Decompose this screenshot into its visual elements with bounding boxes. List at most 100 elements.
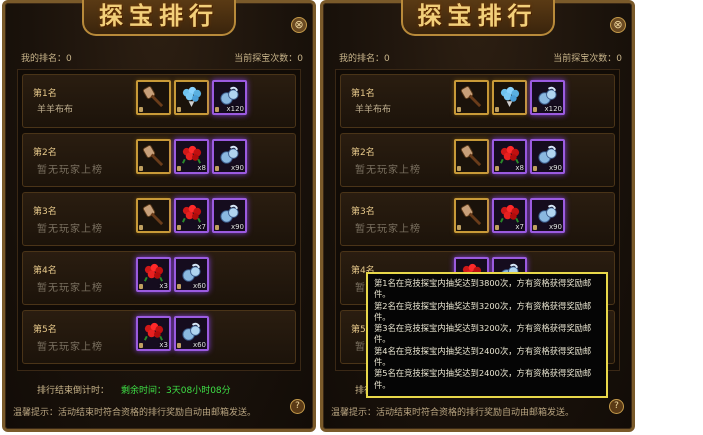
lock-icon — [177, 284, 181, 289]
rank-row: 第5名暂无玩家上榜 x3 x60 — [22, 310, 296, 364]
rank-row: 第2名 暂无玩家上榜 x8 x90 — [22, 133, 296, 187]
shovel-icon — [142, 144, 165, 168]
panel-title: 探宝排行 — [99, 1, 219, 30]
countdown: 排行结束倒计时： 剩余时间：3天08小时08分 — [37, 383, 231, 396]
lock-icon — [457, 107, 461, 112]
reward-slot[interactable]: x3 — [136, 316, 171, 351]
rank-row: 第1名羊羊布布 x120 — [22, 74, 296, 128]
reward-slot[interactable] — [174, 80, 209, 115]
item-quantity: x120 — [544, 105, 562, 113]
lock-icon — [457, 166, 461, 171]
reward-slot[interactable]: x90 — [212, 139, 247, 174]
rank-label: 第1名 — [33, 89, 57, 99]
shovel-icon — [142, 203, 165, 227]
reward-slot[interactable]: x8 — [174, 139, 209, 174]
reward-slot[interactable]: x90 — [530, 198, 565, 233]
reward-requirements-tooltip: 第1名在竞技探宝内抽奖达到3800次，方有资格获得奖励邮件。 第2名在竞技探宝内… — [366, 272, 608, 398]
lock-icon — [533, 107, 537, 112]
item-quantity: x60 — [192, 282, 206, 290]
rank-row: 第3名暂无玩家上榜 x7 x90 — [340, 192, 615, 246]
player-name: 暂无玩家上榜 — [355, 224, 421, 235]
rank-row: 第3名暂无玩家上榜 x7 x90 — [22, 192, 296, 246]
reward-items: x7 x90 — [454, 198, 565, 233]
lock-icon — [139, 107, 143, 112]
reward-slot[interactable]: x7 — [174, 198, 209, 233]
reward-slot[interactable] — [136, 139, 171, 174]
lock-icon — [215, 225, 219, 230]
reward-items: x120 — [136, 80, 247, 115]
panel-title: 探宝排行 — [417, 1, 538, 30]
reward-items: x8 x90 — [136, 139, 247, 174]
tooltip-line: 第3名在竞技探宝内抽奖达到3200次，方有资格获得奖励邮件。 — [374, 323, 592, 345]
reward-items: x3 x60 — [136, 257, 209, 292]
reward-slot[interactable]: x120 — [212, 80, 247, 115]
rank-list: 第1名 羊羊布布 x120 第2名 暂无玩家上榜 x8 x90 第3名 暂无玩家上榜 x7 x90 第… — [17, 69, 301, 371]
reward-slot[interactable]: x90 — [530, 139, 565, 174]
lock-icon — [177, 107, 181, 112]
close-icon[interactable]: ⊗ — [291, 17, 307, 33]
tooltip-line: 第2名在竞技探宝内抽奖达到3200次，方有资格获得奖励邮件。 — [374, 300, 592, 322]
reward-slot[interactable]: x90 — [212, 198, 247, 233]
shovel-icon — [460, 203, 483, 227]
help-icon[interactable]: ? — [609, 399, 624, 414]
lock-icon — [139, 166, 143, 171]
my-rank-label: 我的排名：0 — [21, 54, 72, 64]
item-quantity: x90 — [548, 164, 562, 172]
countdown-label: 排行结束倒计时： — [37, 386, 110, 396]
player-name: 羊羊布布 — [37, 105, 74, 115]
lock-icon — [533, 166, 537, 171]
rank-panel-left: 探宝排行 ⊗ 我的排名：0 当前探宝次数：0 第1名 羊羊布布 x120 第2名 暂无玩… — [2, 0, 316, 432]
rank-label: 第1名 — [351, 89, 375, 99]
reward-slot[interactable]: x60 — [174, 257, 209, 292]
rank-row: 第2名暂无玩家上榜 x8 x90 — [340, 133, 615, 187]
lock-icon — [495, 166, 499, 171]
rank-label: 第3名 — [33, 207, 57, 217]
player-name: 暂无玩家上榜 — [37, 224, 103, 235]
lock-icon — [457, 225, 461, 230]
reward-items: x7 x90 — [136, 198, 247, 233]
tooltip-line: 第5名在竞技探宝内抽奖达到2400次，方有资格获得奖励邮件。 — [374, 368, 592, 390]
reward-slot[interactable]: x8 — [492, 139, 527, 174]
lock-icon — [215, 166, 219, 171]
help-icon[interactable]: ? — [290, 399, 305, 414]
reward-slot[interactable]: x120 — [530, 80, 565, 115]
reward-slot[interactable]: x7 — [492, 198, 527, 233]
shovel-icon — [460, 85, 483, 109]
reward-slot[interactable]: x60 — [174, 316, 209, 351]
item-quantity: x3 — [159, 282, 168, 290]
lock-icon — [177, 166, 181, 171]
lock-icon — [495, 225, 499, 230]
reward-slot[interactable] — [454, 80, 489, 115]
rank-row: 第1名羊羊布布 x120 — [340, 74, 615, 128]
lock-icon — [533, 225, 537, 230]
close-icon[interactable]: ⊗ — [610, 17, 626, 33]
lock-icon — [215, 107, 219, 112]
lock-icon — [177, 343, 181, 348]
rank-label: 第5名 — [33, 325, 57, 335]
lock-icon — [177, 225, 181, 230]
item-quantity: x7 — [515, 223, 524, 231]
tip-text: 温馨提示：活动结束时符合资格的排行奖励自动由邮箱发送。 — [331, 408, 575, 418]
player-name: 暂无玩家上榜 — [355, 165, 421, 176]
rank-label: 第2名 — [351, 148, 375, 158]
rank-row: 第4名暂无玩家上榜 x3 x60 — [22, 251, 296, 305]
player-name: 羊羊布布 — [355, 105, 392, 115]
tip-text: 温馨提示：活动结束时符合资格的排行奖励自动由邮箱发送。 — [13, 408, 257, 418]
item-quantity: x8 — [197, 164, 206, 172]
blue-rose-bouquet-icon — [180, 85, 203, 109]
player-name: 暂无玩家上榜 — [37, 283, 103, 294]
lock-icon — [139, 225, 143, 230]
rank-label: 第3名 — [351, 207, 375, 217]
item-quantity: x90 — [548, 223, 562, 231]
blue-rose-bouquet-icon — [498, 85, 521, 109]
item-quantity: x120 — [226, 105, 244, 113]
reward-slot[interactable]: x3 — [136, 257, 171, 292]
reward-slot[interactable] — [136, 80, 171, 115]
item-quantity: x8 — [515, 164, 524, 172]
reward-slot[interactable] — [454, 139, 489, 174]
reward-slot[interactable] — [492, 80, 527, 115]
reward-slot[interactable] — [136, 198, 171, 233]
reward-items: x8 x90 — [454, 139, 565, 174]
item-quantity: x60 — [192, 341, 206, 349]
reward-slot[interactable] — [454, 198, 489, 233]
